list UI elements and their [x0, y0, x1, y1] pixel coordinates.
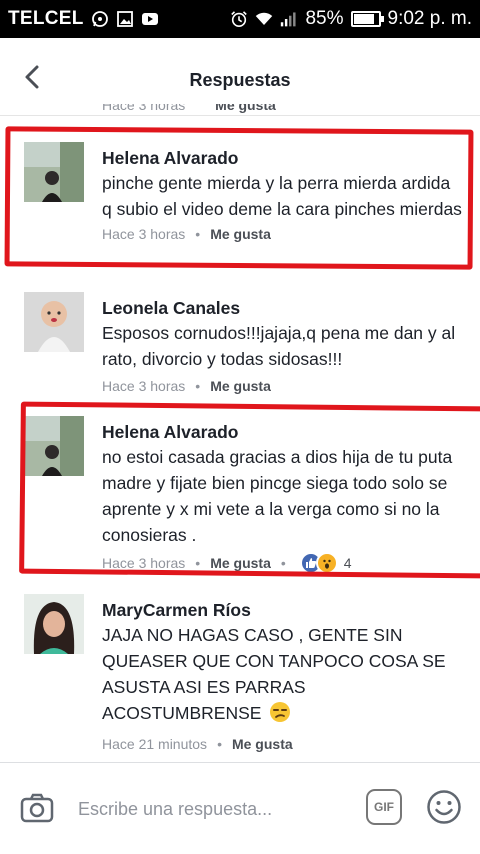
- like-button[interactable]: Me gusta: [232, 736, 293, 752]
- avatar[interactable]: [24, 594, 84, 654]
- separator-dot: •: [195, 378, 201, 394]
- camera-icon[interactable]: [20, 791, 54, 825]
- carrier-label: TELCEL: [8, 8, 84, 29]
- like-button[interactable]: Me gusta: [210, 378, 271, 394]
- smiley-icon[interactable]: [426, 789, 462, 825]
- battery-percent: 85%: [305, 8, 344, 29]
- alarm-icon: [230, 10, 248, 28]
- clock: 9:02 p. m.: [387, 8, 473, 29]
- wifi-icon: [255, 10, 273, 28]
- highlight-box: [19, 401, 480, 579]
- comment-time: Hace 3 horas: [102, 378, 186, 394]
- avatar[interactable]: [24, 292, 84, 352]
- battery-icon: [350, 11, 384, 27]
- comment-author[interactable]: Leonela Canales: [102, 296, 462, 320]
- signal-icon: [280, 10, 298, 28]
- comment-time: Hace 21 minutos: [102, 736, 208, 752]
- comment-author[interactable]: MaryCarmen Ríos: [102, 598, 462, 622]
- unamused-face-icon: [269, 701, 291, 730]
- highlight-box: [4, 126, 474, 270]
- reply-input[interactable]: [78, 795, 348, 823]
- previous-comment-meta: Hace 3 horas Me gusta: [102, 104, 302, 116]
- comment-time: Hace 3 horas: [102, 104, 186, 113]
- gallery-icon: [116, 10, 134, 28]
- separator-dot: •: [217, 736, 222, 752]
- gif-button[interactable]: GIF: [366, 789, 402, 825]
- page-title: Respuestas: [189, 70, 291, 90]
- youtube-icon: [141, 10, 159, 28]
- status-bar: TELCEL 85% 9:02 p. m.: [0, 0, 480, 38]
- comment-text: Esposos cornudos!!!jajaja,q pena me dan …: [102, 323, 456, 369]
- reply-composer: GIF: [0, 762, 480, 854]
- whatsapp-icon: [91, 10, 109, 28]
- like-button[interactable]: Me gusta: [215, 104, 276, 113]
